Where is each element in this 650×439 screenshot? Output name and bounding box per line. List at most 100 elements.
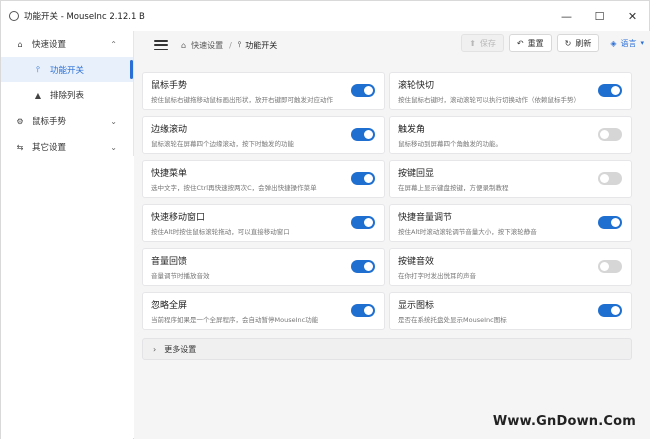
refresh-button[interactable]: ↻ 刷新: [556, 34, 600, 52]
warning-icon: ▲: [34, 90, 42, 100]
toolbar: ⌂ 快速设置 / ⫯ 功能开关 ⬆ 保存 ↶ 重置 ↻ 刷新 ◈ 语言 ▾: [134, 31, 650, 59]
feature-toggle[interactable]: [598, 216, 622, 229]
sidebar-item-exclude-list[interactable]: ▲ 排除列表: [1, 82, 133, 108]
watermark: Www.GnDown.Com: [492, 414, 636, 429]
mouse-icon: [9, 11, 19, 21]
language-label: 语言: [620, 38, 637, 48]
chevron-down-icon: ⌄: [110, 116, 117, 126]
sidebar-item-label: 快速设置: [32, 40, 67, 50]
more-settings-collapsible[interactable]: › 更多设置: [142, 338, 632, 360]
toggle-knob: [611, 86, 620, 95]
toggle-knob: [364, 86, 373, 95]
feature-card: 快捷菜单选中文字，按住Ctrl再快速按两次C，会弹出快捷操作菜单: [142, 160, 385, 198]
title-bar: 功能开关 - MouseInc 2.12.1 B — ☐ ✕: [1, 1, 649, 31]
sidebar-item-quick-settings[interactable]: ⌂ 快速设置 ⌃: [1, 31, 133, 57]
feature-card: 忽略全屏当前程序如果是一个全屏程序，会自动暂停MouseInc功能: [142, 292, 385, 330]
toggle-knob: [611, 218, 620, 227]
feature-card: 音量回馈音量调节时播放音效: [142, 248, 385, 286]
more-settings-label: 更多设置: [164, 344, 197, 354]
chevron-right-icon: ›: [153, 344, 157, 354]
minimize-button[interactable]: —: [550, 1, 583, 31]
feature-toggle[interactable]: [598, 260, 622, 273]
feature-title: 滚轮快切: [398, 81, 435, 91]
feature-card: 按键音效在你打字时发出悦耳的声音: [389, 248, 632, 286]
feature-title: 触发角: [398, 125, 426, 135]
maximize-button[interactable]: ☐: [583, 1, 616, 31]
feature-toggle[interactable]: [598, 84, 622, 97]
menu-icon[interactable]: [154, 40, 168, 50]
feature-card: 边缘滚动鼠标滚轮在屏幕四个边缘滚动，按下时触发的功能: [142, 116, 385, 154]
feature-title: 快捷菜单: [151, 169, 188, 179]
toggle-knob: [600, 130, 609, 139]
breadcrumb-separator: /: [229, 40, 232, 50]
feature-title: 快捷音量调节: [398, 213, 453, 223]
toggle-knob: [600, 174, 609, 183]
feature-title: 忽略全屏: [151, 301, 188, 311]
chevron-down-icon: ⌄: [110, 142, 117, 152]
undo-icon: ↶: [516, 38, 524, 48]
feature-toggle[interactable]: [598, 128, 622, 141]
app-window: 功能开关 - MouseInc 2.12.1 B — ☐ ✕ ⌂ 快速设置 ⌃ …: [0, 0, 650, 439]
feature-card: 鼠标手势 按住鼠标右键拖移动鼠标画出形状，放开右键即可触发对应动作: [142, 72, 385, 110]
reset-label: 重置: [527, 38, 544, 48]
feature-description: 在屏幕上显示键盘按键，方便录制教程: [398, 184, 509, 192]
toggle-knob: [364, 218, 373, 227]
feature-description: 当前程序如果是一个全屏程序，会自动暂停MouseInc功能: [151, 316, 319, 324]
toggle-knob: [600, 262, 609, 271]
sidebar-item-mouse-gesture[interactable]: ⚙ 鼠标手势 ⌄: [1, 108, 133, 134]
sidebar: ⌂ 快速设置 ⌃ ⫯ 功能开关 ▲ 排除列表 ⚙ 鼠标手势 ⌄ ⇆ 其它设置 ⌄: [1, 31, 133, 439]
main-content: ⌂ 快速设置 / ⫯ 功能开关 ⬆ 保存 ↶ 重置 ↻ 刷新 ◈ 语言 ▾ 鼠标…: [134, 31, 650, 439]
feature-description: 选中文字，按住Ctrl再快速按两次C，会弹出快捷操作菜单: [151, 184, 317, 192]
feature-card: 滚轮快切 按住鼠标右键时，滚动滚轮可以执行切换动作（依赖鼠标手势）: [389, 72, 632, 110]
sidebar-item-other-settings[interactable]: ⇆ 其它设置 ⌄: [1, 134, 133, 160]
save-button[interactable]: ⬆ 保存: [461, 34, 504, 52]
feature-grid: 鼠标手势 按住鼠标右键拖移动鼠标画出形状，放开右键即可触发对应动作 滚轮快切 按住鼠标…: [142, 72, 632, 330]
feature-description: 按住Alt时滚动滚轮调节音量大小，按下滚轮静音: [398, 228, 537, 236]
toggle-knob: [611, 306, 620, 315]
save-label: 保存: [479, 38, 496, 48]
feature-toggle[interactable]: [598, 304, 622, 317]
feature-title: 显示图标: [398, 301, 435, 311]
chevron-up-icon: ⌃: [110, 39, 117, 49]
breadcrumb: ⌂ 快速设置 / ⫯ 功能开关: [181, 40, 277, 51]
toggle-knob: [364, 130, 373, 139]
close-button[interactable]: ✕: [616, 1, 649, 31]
feature-toggle[interactable]: [351, 84, 375, 97]
feature-toggle[interactable]: [351, 128, 375, 141]
sidebar-item-feature-switch[interactable]: ⫯ 功能开关: [1, 57, 133, 82]
sliders-icon: ⇆: [16, 142, 24, 152]
feature-title: 按键音效: [398, 257, 435, 267]
feature-description: 在你打字时发出悦耳的声音: [398, 272, 476, 280]
feature-toggle[interactable]: [351, 260, 375, 273]
toggle-knob: [364, 174, 373, 183]
save-icon: ⬆: [469, 38, 476, 48]
window-title: 功能开关 - MouseInc 2.12.1 B: [24, 12, 145, 22]
feature-card: 按键回显 在屏幕上显示键盘按键，方便录制教程: [389, 160, 632, 198]
feature-toggle[interactable]: [351, 172, 375, 185]
pin-icon: ⫯: [237, 40, 242, 49]
feature-toggle[interactable]: [598, 172, 622, 185]
feature-description: 是否在系统托盘处显示MouseInc图标: [398, 316, 507, 324]
sidebar-item-label: 排除列表: [50, 91, 85, 101]
breadcrumb-current: 功能开关: [245, 40, 278, 50]
toggle-knob: [364, 262, 373, 271]
refresh-icon: ↻: [564, 38, 572, 48]
sidebar-item-label: 功能开关: [50, 65, 85, 76]
feature-description: 鼠标滚轮在屏幕四个边缘滚动，按下时触发的功能: [151, 140, 294, 148]
breadcrumb-item[interactable]: 快速设置: [191, 40, 223, 51]
feature-toggle[interactable]: [351, 304, 375, 317]
feature-description: 音量调节时播放音效: [151, 272, 210, 280]
feature-description: 按住Alt时按住鼠标滚轮拖动，可以直接移动窗口: [151, 228, 290, 236]
feature-title: 边缘滚动: [151, 125, 188, 135]
language-dropdown[interactable]: ◈ 语言 ▾: [610, 38, 644, 49]
home-icon: ⌂: [17, 39, 23, 49]
feature-title: 音量回馈: [151, 257, 188, 267]
feature-card: 快捷音量调节按住Alt时滚动滚轮调节音量大小，按下滚轮静音: [389, 204, 632, 242]
feature-card: 触发角 鼠标移动到屏幕四个角触发的功能。: [389, 116, 632, 154]
toggle-knob: [364, 306, 373, 315]
sidebar-item-label: 其它设置: [32, 143, 67, 153]
reset-button[interactable]: ↶ 重置: [508, 34, 552, 52]
feature-toggle[interactable]: [351, 216, 375, 229]
feature-card: 显示图标是否在系统托盘处显示MouseInc图标: [389, 292, 632, 330]
feature-card: 快速移动窗口 按住Alt时按住鼠标滚轮拖动，可以直接移动窗口: [142, 204, 385, 242]
